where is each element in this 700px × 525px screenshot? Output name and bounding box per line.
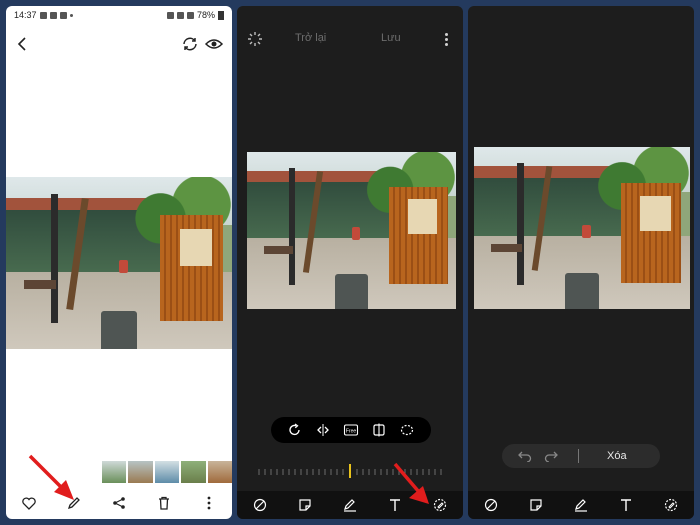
filters-tab[interactable] xyxy=(479,493,503,517)
signal-icon xyxy=(186,11,194,19)
thumbnail[interactable] xyxy=(128,461,153,483)
back-button[interactable] xyxy=(12,34,32,54)
red-arrow-annotation xyxy=(393,462,429,504)
dot-icon xyxy=(69,13,73,17)
eraser-action-bar: Xóa xyxy=(502,444,660,468)
draw-tab[interactable] xyxy=(338,493,362,517)
wifi-icon xyxy=(176,11,184,19)
aspect-icon xyxy=(373,423,385,437)
sticker-icon xyxy=(530,499,542,511)
trash-icon xyxy=(159,496,170,510)
erase-button[interactable]: Xóa xyxy=(607,450,627,462)
back-icon xyxy=(17,37,26,51)
object-eraser-tab[interactable] xyxy=(659,493,683,517)
revert-button[interactable]: Trở lại xyxy=(295,32,326,44)
edit-photo xyxy=(247,152,456,309)
flip-button[interactable] xyxy=(315,422,331,438)
view-button[interactable] xyxy=(204,34,224,54)
thumbnail[interactable] xyxy=(181,461,206,483)
photo-editor-screen: Trở lại Lưu Free xyxy=(237,6,463,519)
sticker-icon xyxy=(299,499,311,511)
status-bar: 14:37 78% xyxy=(6,6,232,24)
save-button[interactable]: Lưu xyxy=(381,32,401,44)
object-eraser-screen: Xóa xyxy=(468,6,694,519)
gallery-viewer-screen: 14:37 78% xyxy=(6,6,232,519)
more-options-button[interactable] xyxy=(197,491,221,515)
filters-tab[interactable] xyxy=(248,493,272,517)
rotate-icon xyxy=(183,37,197,51)
flip-icon xyxy=(317,424,329,436)
free-label: Free xyxy=(346,428,357,434)
text-icon xyxy=(621,499,632,511)
free-icon: Free xyxy=(343,424,359,436)
stickers-tab[interactable] xyxy=(524,493,548,517)
lasso-icon xyxy=(400,424,414,436)
thumbnail[interactable] xyxy=(207,461,232,483)
image-notification-icon xyxy=(59,11,67,19)
transform-toolbar: Free xyxy=(271,417,431,443)
eraser-photo[interactable] xyxy=(474,147,690,309)
text-tab[interactable] xyxy=(614,493,638,517)
filter-icon xyxy=(484,498,497,512)
alarm-icon xyxy=(166,11,174,19)
filter-icon xyxy=(253,498,266,512)
thumbnail-strip xyxy=(99,459,232,485)
share-icon xyxy=(113,497,125,509)
rotate-icon xyxy=(289,423,300,436)
notification-icon xyxy=(49,11,57,19)
status-time: 14:37 xyxy=(14,10,37,20)
undo-button[interactable] xyxy=(516,447,534,465)
free-crop-button[interactable]: Free xyxy=(343,422,359,438)
redo-icon xyxy=(544,451,558,462)
undo-icon xyxy=(518,451,532,462)
eye-icon xyxy=(204,39,224,49)
loading-spinner-icon xyxy=(248,32,262,46)
viewer-top-bar xyxy=(6,30,232,58)
share-button[interactable] xyxy=(107,491,131,515)
notification-icon xyxy=(39,11,47,19)
red-arrow-annotation xyxy=(28,454,74,500)
draw-tab[interactable] xyxy=(569,493,593,517)
pen-icon xyxy=(343,499,356,512)
more-icon xyxy=(207,496,211,510)
delete-button[interactable] xyxy=(152,491,176,515)
pen-icon xyxy=(574,499,587,512)
lasso-button[interactable] xyxy=(399,422,415,438)
auto-rotate-button[interactable] xyxy=(180,34,200,54)
eraser-icon xyxy=(665,498,678,512)
more-options-button[interactable] xyxy=(439,30,453,48)
battery-percent: 78% xyxy=(196,10,215,20)
thumbnail[interactable] xyxy=(154,461,180,483)
aspect-ratio-button[interactable] xyxy=(371,422,387,438)
stickers-tab[interactable] xyxy=(293,493,317,517)
thumbnail[interactable] xyxy=(99,459,129,485)
auto-adjust-button[interactable] xyxy=(247,31,263,47)
divider xyxy=(578,449,579,463)
redo-button[interactable] xyxy=(542,447,560,465)
battery-icon xyxy=(218,10,224,20)
editor-bottom-bar xyxy=(468,491,694,519)
main-photo[interactable] xyxy=(6,177,232,349)
rotate-button[interactable] xyxy=(287,422,303,438)
editor-top-bar: Trở lại Lưu xyxy=(237,28,463,50)
